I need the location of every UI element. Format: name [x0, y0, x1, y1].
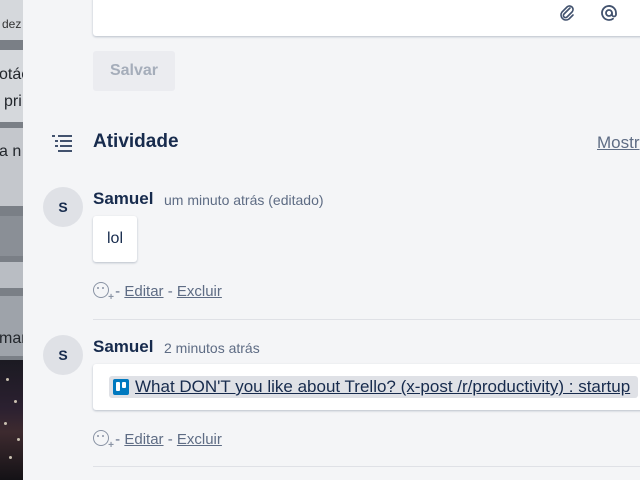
background-card: [0, 128, 23, 206]
background-image: [0, 360, 23, 480]
add-reaction-icon[interactable]: [93, 282, 114, 303]
attached-link[interactable]: What DON'T you like about Trello? (x-pos…: [109, 376, 639, 398]
background-card-text: otác: [0, 66, 23, 83]
show-details-link[interactable]: Mostr: [597, 133, 640, 153]
attached-link-text: What DON'T you like about Trello? (x-pos…: [135, 377, 631, 396]
comment-author[interactable]: Samuel: [93, 189, 153, 209]
at-sign-icon[interactable]: [599, 4, 619, 24]
comment-divider: [93, 466, 640, 467]
background-card-text: a n: [0, 143, 22, 160]
background-card-text: pri: [4, 93, 22, 110]
action-separator: -: [167, 431, 173, 448]
edit-comment-link[interactable]: Editar: [124, 431, 163, 448]
comment-actions: - Editar - Excluir: [93, 282, 222, 303]
comment-actions: - Editar - Excluir: [93, 430, 222, 451]
comment-divider: [93, 319, 640, 320]
action-separator: -: [115, 283, 121, 300]
comment-text: lol: [93, 216, 138, 262]
save-button[interactable]: Salvar: [93, 51, 175, 91]
background-card: [0, 50, 23, 122]
activity-heading: Atividade: [93, 131, 179, 152]
delete-comment-link[interactable]: Excluir: [177, 283, 222, 300]
comment-timestamp[interactable]: um minuto atrás (editado): [164, 192, 324, 208]
background-card-text: mar: [0, 330, 23, 347]
background-card: [0, 216, 23, 256]
comment-timestamp[interactable]: 2 minutos atrás: [164, 340, 260, 356]
comment-author[interactable]: Samuel: [93, 337, 153, 357]
action-separator: -: [167, 283, 173, 300]
card-detail-modal: Salvar Atividade Mostr S Samuel um minut…: [23, 0, 640, 480]
background-board: dez otác pri a n mar: [0, 0, 23, 480]
trello-icon: [113, 379, 129, 395]
edit-comment-link[interactable]: Editar: [124, 283, 163, 300]
avatar[interactable]: S: [43, 187, 83, 227]
delete-comment-link[interactable]: Excluir: [177, 431, 222, 448]
background-card: [0, 262, 23, 288]
avatar[interactable]: S: [43, 335, 83, 375]
background-card-text: dez: [2, 17, 22, 31]
activity-list-icon: [52, 134, 74, 152]
paperclip-icon[interactable]: [557, 4, 577, 24]
add-reaction-icon[interactable]: [93, 430, 114, 451]
comment-input[interactable]: [93, 0, 640, 36]
action-separator: -: [115, 431, 121, 448]
